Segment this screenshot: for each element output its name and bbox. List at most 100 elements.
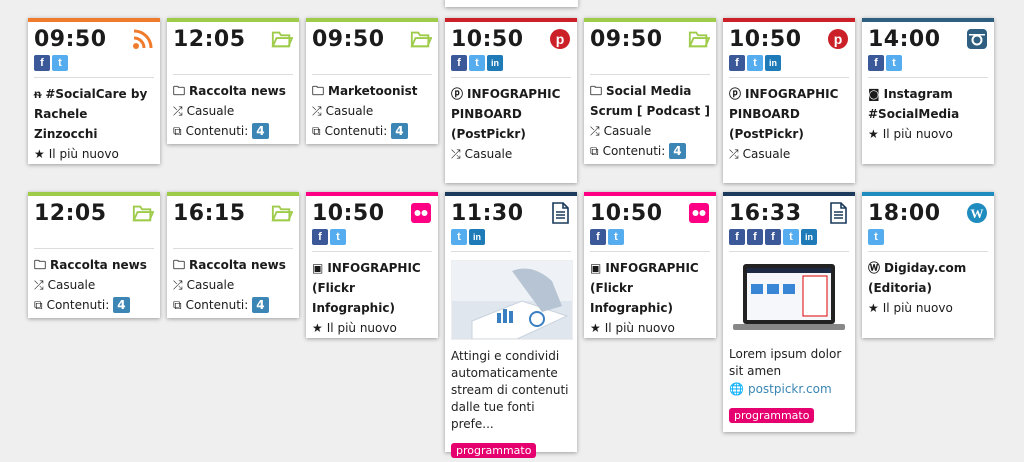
folder-icon: 🗀 [312,84,325,98]
schedule-card[interactable]: 12:05 🗀 Raccolta news ⤮ Casuale ⧉ Contenuti… [167,18,299,144]
schedule-card[interactable]: 09:50 🗀 Marketoonist ⤮ Casuale ⧉ Contenuti:… [306,18,438,144]
order-label: Il più nuovo [882,127,953,141]
status-badge: programmato [729,408,815,423]
star-icon: ★ [34,147,45,161]
source-title: (Flickr Infographic) [590,281,673,315]
source-title: (PostPickr) [451,127,526,141]
shuffle-icon: ⤮ [451,147,461,161]
schedule-card[interactable]: 12:05 🗀 Raccolta news ⤮ Casuale ⧉ Contenuti… [28,192,160,318]
folder-icon: 🗀 [173,84,186,98]
schedule-card[interactable]: 09:50 🗀 Social Media Scrum [ Podcast ] ⤮ C… [584,18,716,164]
divider [312,74,432,75]
facebook-icon: f [590,229,606,245]
shuffle-icon: ⤮ [312,104,322,118]
pinterest-icon: p [828,29,848,49]
contents-label: Contenuti: [602,144,666,158]
source-title: INFOGRAPHIC [467,87,561,101]
post-link[interactable]: 🌐 postpickr.com [729,380,849,398]
schedule-card[interactable]: 14:00 ft ◙ Instagram #SocialMedia ★ Il più… [862,18,994,164]
source-title: Social Media [606,84,692,98]
flickr-icon: ▣ [312,261,324,275]
shuffle-icon: ⤮ [590,124,600,138]
copy-icon: ⧉ [173,298,182,312]
schedule-card[interactable]: 18:00 W t Ⓦ Digiday.com (Editoria) ★ Il pi… [862,192,994,338]
source-title: #SocialCare by [45,87,148,101]
schedule-card[interactable]: 11:30 t in Attingi e condividi automatica… [445,192,577,458]
source-title: INFOGRAPHIC [327,261,421,275]
star-icon: ★ [868,301,879,315]
contents-count-badge: 4 [113,297,130,313]
folder-icon [271,205,293,222]
twitter-icon: t [747,55,763,71]
order-label: Il più nuovo [882,301,953,315]
folder-icon [688,31,710,48]
flickr-icon [689,203,709,223]
flickr-icon [411,203,431,223]
schedule-card[interactable]: 09:50 ft ᵰ #SocialCare by Rachele Zinzocc… [28,18,160,164]
star-icon: ★ [868,127,879,141]
contents-label: Contenuti: [324,124,388,138]
order-label: Il più nuovo [326,321,397,335]
source-title: Raccolta news [189,84,286,98]
source-title: (Editoria) [868,281,932,295]
source-title: #SocialMedia [868,107,960,121]
flickr-icon: ▣ [590,261,602,275]
post-description: Attingi e condividi automaticamente stre… [451,349,569,431]
twitter-icon: t [886,55,902,71]
facebook-icon: f [765,229,781,245]
contents-label: Contenuti: [185,298,249,312]
schedule-card[interactable]: 10:50 ft ▣ INFOGRAPHIC (Flickr Infographi… [584,192,716,338]
twitter-icon: t [868,229,884,245]
order-label: Il più nuovo [48,147,119,161]
time: 14:00 [868,27,941,52]
folder-icon: 🗀 [590,84,603,98]
shuffle-icon: ⤮ [173,278,183,292]
divider [451,251,571,252]
order-label: Casuale [186,104,235,118]
source-title: Rachele Zinzocchi [34,107,98,141]
facebook-icon: f [868,55,884,71]
pinterest-icon: ⓟ [451,87,464,101]
schedule-card[interactable]: 10:50 p f t in ⓟ INFOGRAPHIC PINBOARD (Post… [445,18,577,183]
twitter-icon: t [608,229,624,245]
time: 16:33 [729,201,802,226]
schedule-card[interactable]: 10:50 p f t in ⓟ INFOGRAPHIC PINBOARD (Post… [723,18,855,183]
link-text[interactable]: postpickr.com [748,380,832,398]
schedule-card[interactable]: 10:50 ft ▣ INFOGRAPHIC (Flickr Infographi… [306,192,438,338]
divider [173,248,293,249]
divider [34,77,154,78]
divider [590,74,710,75]
twitter-icon: t [469,55,485,71]
linkedin-icon: in [487,55,503,71]
source-title: Scrum [ Podcast ] [590,104,710,118]
shuffle-icon: ⤮ [729,147,739,161]
linkedin-icon: in [469,229,485,245]
schedule-card[interactable]: 16:15 🗀 Raccolta news ⤮ Casuale ⧉ Contenuti… [167,192,299,318]
facebook-icon: f [34,55,50,71]
folder-icon [410,31,432,48]
document-icon [830,202,847,224]
source-title: INFOGRAPHIC [745,87,839,101]
rss-icon: ᵰ [34,87,42,101]
copy-icon: ⧉ [173,124,182,138]
rss-icon [133,29,153,49]
copy-icon: ⧉ [34,298,43,312]
contents-label: Contenuti: [185,124,249,138]
folder-icon [271,31,293,48]
order-label: Casuale [47,278,96,292]
globe-icon: 🌐 [729,382,744,396]
time: 11:30 [451,201,524,226]
status-badge: programmato [451,443,537,458]
source-title: PINBOARD [451,107,522,121]
pinterest-icon: p [550,29,570,49]
order-label: Casuale [603,124,652,138]
post-description: Lorem ipsum dolor sit amen [729,347,842,378]
twitter-icon: t [52,55,68,71]
star-icon: ★ [312,321,323,335]
facebook-icon: f [451,55,467,71]
folder-icon: 🗀 [173,258,186,272]
source-title: Instagram [883,87,953,101]
previous-card-stub [445,0,578,7]
source-title: (PostPickr) [729,127,804,141]
schedule-card[interactable]: 16:33 f f f t in Lorem ipsum dolor sit amen … [723,192,855,432]
